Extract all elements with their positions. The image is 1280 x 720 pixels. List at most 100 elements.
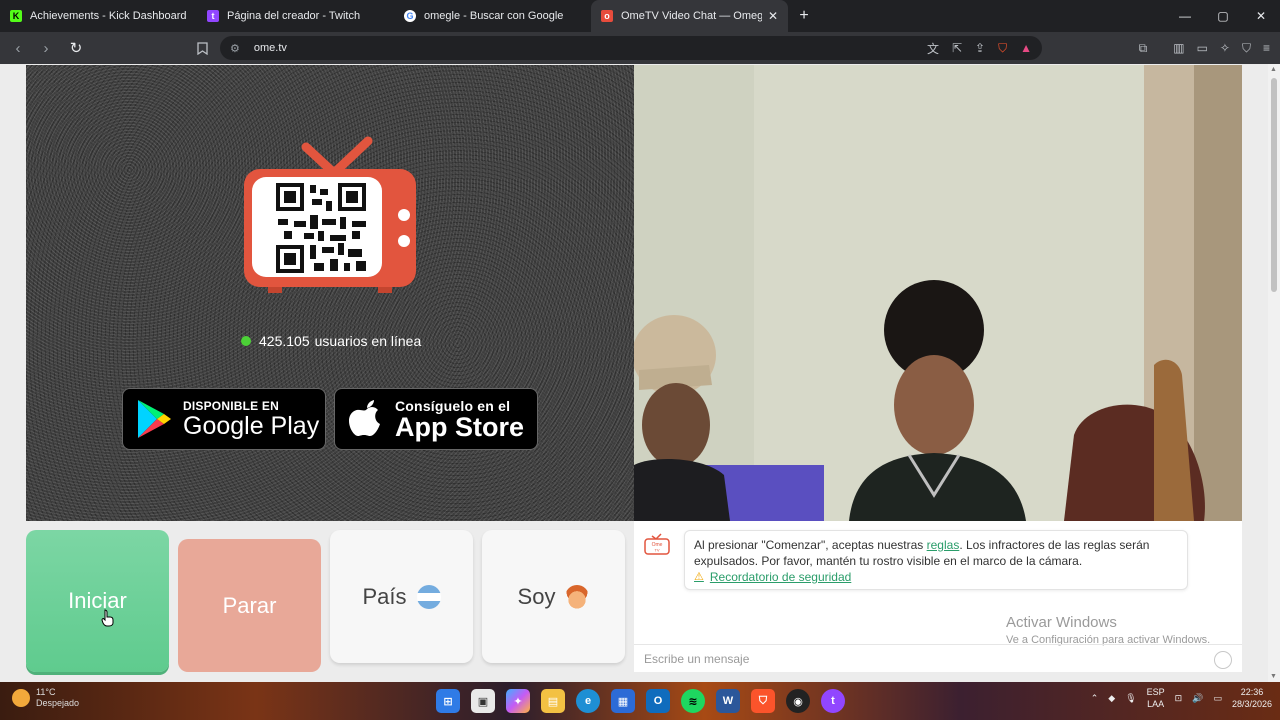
tab-ometv[interactable]: o OmeTV Video Chat — Omegle ✕ [591,0,788,32]
tv-qr-icon [244,136,416,293]
ometv-icon: o [601,10,613,22]
security-link[interactable]: Recordatorio de seguridad [710,569,851,585]
lang-code: ESP [1146,687,1165,697]
app-store-button[interactable]: Consíguelo en el App Store [334,388,538,450]
brave-shield-icon[interactable]: ⛉ [998,41,1007,56]
emoji-picker-icon[interactable] [1214,651,1232,669]
self-webcam-video [634,65,1242,521]
copilot-icon[interactable]: ✦ [506,689,530,713]
page-scrollbar[interactable]: ▲ ▼ [1268,64,1280,682]
edge-icon[interactable]: e [576,689,600,713]
mic-icon[interactable]: 🎙 [1125,693,1136,704]
stop-button[interactable]: Parar [178,539,321,672]
tab-title: omegle - Buscar con Google [424,10,564,22]
windows-start-icon[interactable]: ⊞ [436,689,460,713]
online-label: usuarios en línea [314,333,422,349]
brave-rewards-icon[interactable]: ▲ [1020,41,1032,55]
google-icon: G [404,10,416,22]
reload-icon[interactable]: ↻ [64,36,88,60]
vpn-icon[interactable]: ⛉ [1242,41,1251,56]
close-window-button[interactable]: ✕ [1242,0,1280,32]
moon-icon [12,689,30,707]
tab-google[interactable]: G omegle - Buscar con Google [394,0,591,32]
gender-filter-button[interactable]: Soy [482,530,625,663]
app-store-big: App Store [395,412,525,442]
tab-twitch[interactable]: t Página del creador - Twitch [197,0,394,32]
lang-layout: LAA [1147,699,1165,709]
share-icon[interactable]: ⇪ [975,41,985,55]
message-input[interactable]: Escribe un mensaje [634,644,1242,672]
new-tab-button[interactable]: + [794,7,814,25]
address-bar[interactable]: ⚙ ome.tv 文 ⇱ ⇪ ⛉ ▲ [220,36,1042,60]
tab-bar: K Achievements - Kick Dashboard t Página… [0,0,1280,32]
url-text: ome.tv [253,42,287,54]
stop-label: Parar [222,592,277,618]
apple-icon [349,400,380,436]
tab-kick[interactable]: K Achievements - Kick Dashboard [0,0,197,32]
tray-overflow-icon[interactable]: ⌃ [1091,693,1099,704]
partner-video-static: 425.105 usuarios en línea DISPONIBLE EN … [26,65,634,521]
boy-emoji-icon [565,584,590,609]
tray-app-icon[interactable]: ◆ [1108,693,1115,704]
tab-title: OmeTV Video Chat — Omegle [621,10,762,22]
ometv-logo-icon: Ome TV [644,533,670,555]
argentina-flag-icon [416,584,441,609]
start-button[interactable]: Iniciar [26,530,169,672]
word-icon[interactable]: W [716,689,740,713]
tab-title: Achievements - Kick Dashboard [30,10,187,22]
screenshot-icon[interactable]: ⧉ [1139,41,1148,56]
scroll-up-icon[interactable]: ▲ [1270,66,1277,73]
weather-temp: 11°C [36,687,56,697]
scrollbar-thumb[interactable] [1271,78,1277,292]
wallet-icon[interactable]: ▭ [1197,41,1208,55]
svg-text:TV: TV [654,548,659,553]
gender-label: Soy [517,583,556,609]
language-indicator[interactable]: ESP LAA [1147,686,1165,710]
close-tab-icon[interactable]: ✕ [768,9,778,23]
battery-icon[interactable]: ▭ [1213,693,1222,704]
start-label: Iniciar [68,588,127,613]
leo-ai-icon[interactable]: ✧ [1220,41,1230,55]
warning-icon: ⚠ [694,571,704,583]
store-icon[interactable]: ▦ [611,689,635,713]
message-pre: Al presionar "Comenzar", aceptas nuestra… [694,538,927,552]
clock-date: 28/3/2026 [1231,699,1272,709]
open-external-icon[interactable]: ⇱ [952,41,962,55]
system-tray: ⌃ ◆ 🎙 ESP LAA ⊡ 🔊 ▭ 22:36 28/3/2026 [1091,686,1272,710]
weather-widget[interactable]: 11°C Despejado [12,687,79,709]
online-users: 425.105 usuarios en línea [241,333,421,349]
network-icon[interactable]: ⊡ [1175,693,1183,704]
file-explorer-icon[interactable]: ▤ [541,689,565,713]
sidebar-icon[interactable]: ▥ [1173,41,1184,55]
back-icon[interactable]: ‹ [6,36,30,60]
rules-link[interactable]: reglas [927,538,960,552]
activate-title: Activar Windows [1006,614,1117,631]
obs-icon[interactable]: ◉ [786,689,810,713]
maximize-button[interactable]: ▢ [1204,0,1242,32]
outlook-icon[interactable]: O [646,689,670,713]
volume-icon[interactable]: 🔊 [1192,693,1203,704]
google-play-button[interactable]: DISPONIBLE EN Google Play [122,388,326,450]
minimize-button[interactable]: — [1166,0,1204,32]
translate-icon[interactable]: 文 [927,40,939,57]
forward-icon[interactable]: › [34,36,58,60]
spotify-icon[interactable]: ≋ [681,689,705,713]
chat-panel: Ome TV Al presionar "Comenzar", aceptas … [634,521,1242,672]
taskbar-apps: ⊞ ▣ ✦ ▤ e ▦ O ≋ W ⛉ ◉ t [436,689,845,713]
browser-extensions: ⧉ ▥ ▭ ✧ ⛉ ≡ [1139,36,1270,60]
twitch-studio-icon[interactable]: t [821,689,845,713]
bookmark-icon[interactable] [192,36,212,60]
menu-icon[interactable]: ≡ [1263,41,1270,55]
site-info-icon[interactable]: ⚙ [230,42,240,55]
clock[interactable]: 22:36 28/3/2026 [1232,686,1272,710]
scroll-down-icon[interactable]: ▼ [1270,673,1277,680]
online-count: 425.105 [259,333,310,349]
country-filter-button[interactable]: País [330,530,473,663]
webcam-scene [634,65,1242,521]
window-controls: — ▢ ✕ [1166,0,1280,32]
security-reminder[interactable]: ⚠ Recordatorio de seguridad [694,569,1178,585]
google-play-big: Google Play [183,412,320,440]
task-view-icon[interactable]: ▣ [471,689,495,713]
tab-title: Página del creador - Twitch [227,10,361,22]
brave-icon[interactable]: ⛉ [751,689,775,713]
